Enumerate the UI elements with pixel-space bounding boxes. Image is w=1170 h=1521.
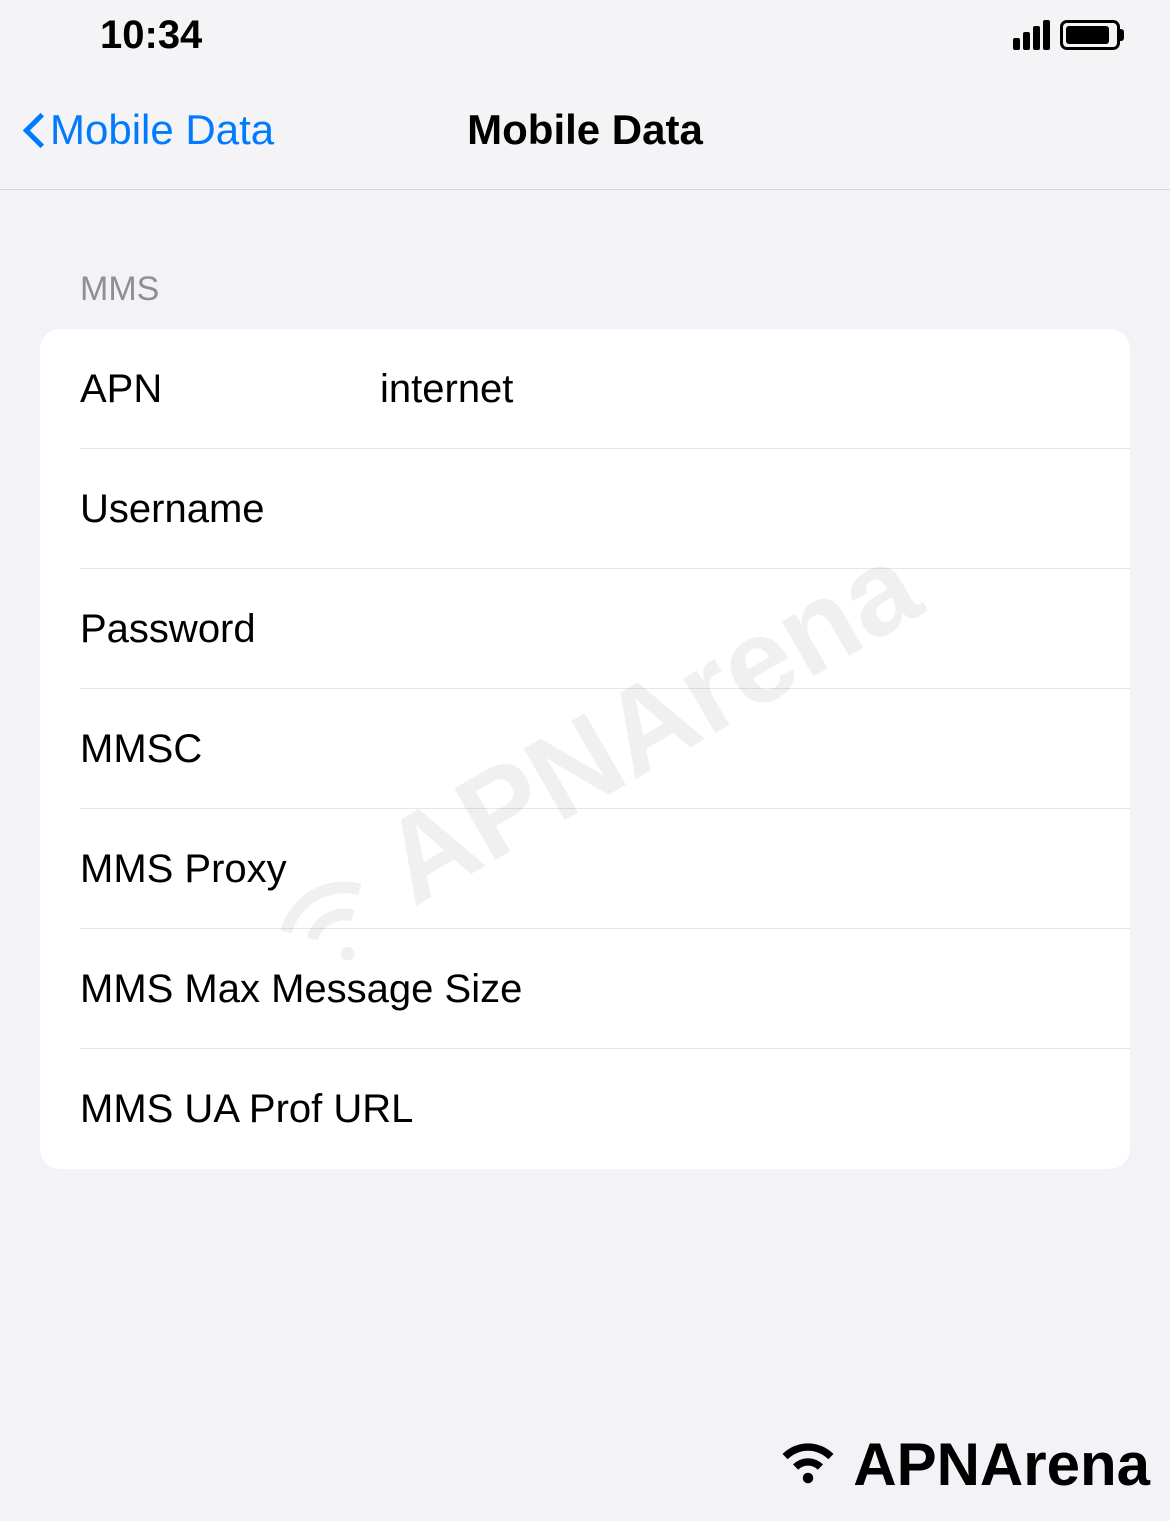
status-icons (1013, 20, 1120, 50)
input-mms-ua-prof[interactable] (413, 1087, 1130, 1132)
cellular-signal-icon (1013, 20, 1050, 50)
battery-icon (1060, 20, 1120, 50)
row-label-mms-ua-prof: MMS UA Prof URL (80, 1087, 413, 1132)
row-label-mms-proxy: MMS Proxy (80, 847, 380, 892)
section-header-mms: MMS (40, 190, 1130, 329)
row-mmsc[interactable]: MMSC (40, 689, 1130, 809)
row-label-mms-max-size: MMS Max Message Size (80, 967, 522, 1012)
row-mms-max-message-size[interactable]: MMS Max Message Size (40, 929, 1130, 1049)
status-time: 10:34 (100, 13, 202, 58)
input-apn[interactable] (380, 367, 1130, 412)
row-apn[interactable]: APN (40, 329, 1130, 449)
navigation-bar: Mobile Data Mobile Data (0, 70, 1170, 190)
chevron-left-icon (20, 110, 50, 150)
row-label-mmsc: MMSC (80, 727, 380, 772)
back-button-label: Mobile Data (50, 106, 274, 154)
content-area: MMS APN Username Password MMSC MMS Proxy… (0, 190, 1170, 1169)
input-password[interactable] (380, 607, 1130, 652)
row-mms-proxy[interactable]: MMS Proxy (40, 809, 1130, 929)
wifi-icon (768, 1427, 848, 1501)
input-mms-max-size[interactable] (522, 967, 1130, 1012)
row-label-apn: APN (80, 367, 380, 412)
input-mms-proxy[interactable] (380, 847, 1130, 892)
watermark-logo: APNArena (768, 1427, 1150, 1501)
row-label-username: Username (80, 487, 380, 532)
status-bar: 10:34 (0, 0, 1170, 70)
back-button[interactable]: Mobile Data (20, 106, 274, 154)
page-title: Mobile Data (467, 106, 703, 154)
row-label-password: Password (80, 607, 380, 652)
row-username[interactable]: Username (40, 449, 1130, 569)
input-username[interactable] (380, 487, 1130, 532)
row-mms-ua-prof-url[interactable]: MMS UA Prof URL (40, 1049, 1130, 1169)
settings-group-mms: APN Username Password MMSC MMS Proxy MMS… (40, 329, 1130, 1169)
row-password[interactable]: Password (40, 569, 1130, 689)
input-mmsc[interactable] (380, 727, 1130, 772)
watermark-text: APNArena (853, 1430, 1150, 1499)
